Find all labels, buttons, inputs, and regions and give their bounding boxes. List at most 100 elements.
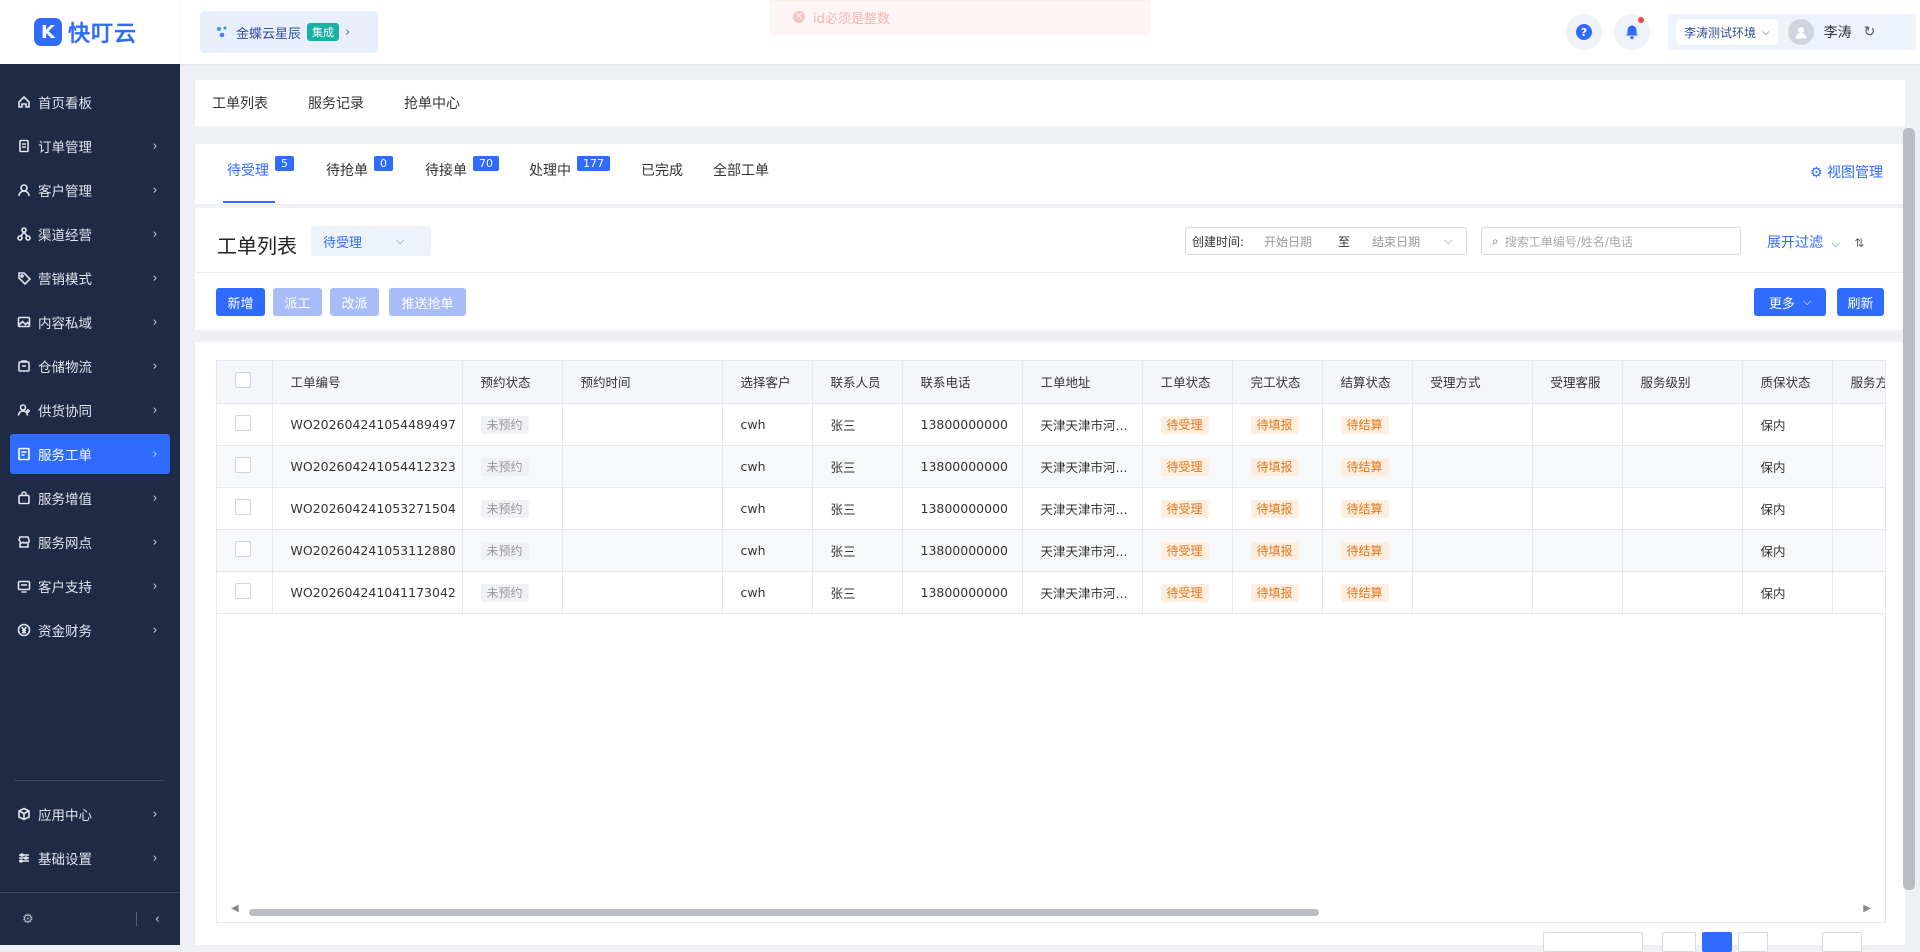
sidebar-item[interactable]: 订单管理 ›	[10, 126, 170, 166]
table-header-cell[interactable]: 服务级别	[1622, 361, 1743, 404]
sidebar-item[interactable]: 服务网点 ›	[10, 522, 170, 562]
home-icon	[17, 95, 31, 109]
table-row[interactable]: WO202604241053112880 未预约 cwh 张三 13800000000 天…	[217, 529, 1885, 572]
table-header-cell[interactable]: 联系电话	[902, 361, 1023, 404]
row-checkbox[interactable]	[235, 498, 251, 515]
page-current-button[interactable]	[1702, 932, 1732, 952]
table-row[interactable]: WO202604241053271504 未预约 cwh 张三 13800000000 天…	[217, 487, 1885, 530]
sidebar-item[interactable]: 渠道经营 ›	[10, 214, 170, 254]
subtab[interactable]: 工单列表	[212, 93, 268, 113]
table-header-cell[interactable]: 工单编号	[272, 361, 463, 404]
table-row[interactable]: WO202604241054412323 未预约 cwh 张三 13800000000 天…	[217, 445, 1885, 488]
horizontal-scrollbar[interactable]: ◀ ▶	[231, 903, 1871, 916]
notification-button[interactable]	[1614, 14, 1650, 50]
avatar[interactable]	[1787, 19, 1814, 45]
sidebar-item[interactable]: 应用中心 ›	[10, 794, 170, 834]
expand-filter-button[interactable]: 展开过滤 ⌵ ⇅	[1767, 232, 1864, 252]
dispatch-button[interactable]: 派工	[273, 288, 322, 316]
horizontal-scroll-thumb[interactable]	[249, 909, 1319, 916]
table-cell-address: 天津天津市河...	[1022, 529, 1143, 572]
table-row[interactable]: WO202604241054489497 未预约 cwh 张三 13800000000 天…	[217, 403, 1885, 446]
sidebar-item[interactable]: 服务增值 ›	[10, 478, 170, 518]
vertical-scrollbar[interactable]	[1903, 128, 1915, 890]
row-checkbox[interactable]	[235, 582, 251, 599]
table-cell-level	[1622, 403, 1743, 446]
refresh-icon[interactable]: ↻	[1864, 24, 1876, 40]
table-header-cell[interactable]: 受理客服	[1532, 361, 1623, 404]
search-input[interactable]: ⌕ 搜索工单编号/姓名/电话	[1481, 227, 1741, 255]
sidebar-item[interactable]: 资金财务 ›	[10, 610, 170, 650]
end-date-input[interactable]: 结束日期	[1360, 233, 1444, 250]
table-cell-address: 天津天津市河...	[1022, 403, 1143, 446]
sidebar-item[interactable]: 首页看板	[10, 82, 170, 122]
scroll-right-icon[interactable]: ▶	[1863, 903, 1871, 914]
refresh-button[interactable]: 刷新	[1837, 288, 1884, 316]
table-cell-settle: 待结算	[1322, 403, 1413, 446]
status-tab[interactable]: 已完成	[641, 160, 683, 180]
table-header-cell[interactable]: 完工状态	[1232, 361, 1323, 404]
scroll-left-icon[interactable]: ◀	[231, 903, 239, 914]
sidebar-item[interactable]: 客户支持 ›	[10, 566, 170, 606]
sidebar-item[interactable]: 营销模式 ›	[10, 258, 170, 298]
row-checkbox[interactable]	[235, 540, 251, 557]
table-header-cell[interactable]: 选择客户	[722, 361, 813, 404]
table-header-cell[interactable]: 工单地址	[1022, 361, 1143, 404]
image-icon	[17, 315, 31, 329]
status-tab[interactable]: 待抢单 0	[326, 156, 393, 180]
sidebar-item[interactable]: 供货协同 ›	[10, 390, 170, 430]
add-button[interactable]: 新增	[216, 288, 265, 316]
environment-select[interactable]: 李涛测试环境 ⌵	[1676, 19, 1778, 45]
row-checkbox[interactable]	[235, 414, 251, 431]
subtab[interactable]: 服务记录	[308, 93, 364, 113]
collapse-sidebar-icon[interactable]: ‹	[155, 912, 160, 927]
row-checkbox[interactable]	[235, 456, 251, 473]
row-select-cell	[217, 403, 273, 446]
status-tab[interactable]: 全部工单	[713, 160, 769, 180]
reassign-button[interactable]: 改派	[330, 288, 379, 316]
sidebar-item[interactable]: 客户管理 ›	[10, 170, 170, 210]
logo[interactable]: K 快叮云	[0, 0, 180, 64]
sidebar-item[interactable]: 基础设置 ›	[10, 838, 170, 878]
more-button[interactable]: 更多 ⌵	[1754, 288, 1826, 316]
sidebar-item[interactable]: 内容私域 ›	[10, 302, 170, 342]
page-jump-input[interactable]	[1822, 932, 1862, 952]
table-cell-customer: cwh	[722, 403, 813, 446]
page-prev-button[interactable]	[1662, 932, 1696, 952]
page-next-button[interactable]	[1738, 932, 1768, 952]
table-cell-settle: 待结算	[1322, 529, 1413, 572]
table-row[interactable]: WO202604241041173042 未预约 cwh 张三 13800000000 天…	[217, 571, 1885, 614]
select-all-checkbox[interactable]	[235, 372, 251, 389]
page-size-select[interactable]	[1543, 932, 1643, 952]
table-header-cell[interactable]: 受理方式	[1412, 361, 1533, 404]
status-tab[interactable]: 待接单 70	[425, 156, 499, 180]
sort-icon[interactable]: ⇅	[1854, 236, 1864, 250]
start-date-input[interactable]: 开始日期	[1264, 233, 1338, 250]
sidebar-item[interactable]: 仓储物流 ›	[10, 346, 170, 386]
help-button[interactable]: ?	[1566, 14, 1602, 50]
table-header-cell[interactable]: 联系人员	[812, 361, 903, 404]
table-header-cell[interactable]: 质保状态	[1742, 361, 1833, 404]
sidebar-item[interactable]: 服务工单 ›	[10, 434, 170, 474]
push-grab-button[interactable]: 推送抢单	[389, 288, 466, 316]
table-cell-provider	[1832, 487, 1885, 530]
chevron-right-icon: ›	[345, 24, 351, 40]
view-select[interactable]: 待受理 ⌵	[311, 226, 431, 256]
chevron-right-icon: ›	[152, 314, 158, 330]
brand-switcher[interactable]: 金蝶云星辰 集成 ›	[200, 11, 378, 53]
table-cell-provider	[1832, 403, 1885, 446]
date-range-picker[interactable]: 创建时间: 开始日期 至 结束日期 ⌵	[1185, 227, 1467, 255]
status-tab[interactable]: 待受理 5	[227, 156, 294, 180]
chevron-down-icon: ⌵	[1762, 26, 1770, 38]
view-manage-link[interactable]: ⚙ 视图管理	[1810, 162, 1883, 182]
table-header-cell[interactable]: 工单状态	[1142, 361, 1233, 404]
settings-gear-icon[interactable]: ⚙	[22, 912, 34, 927]
table-header-cell[interactable]: 预约状态	[462, 361, 563, 404]
table-header-cell[interactable]: 服务方	[1832, 361, 1885, 404]
status-tab[interactable]: 处理中 177	[529, 156, 610, 180]
table-header-cell[interactable]: 结算状态	[1322, 361, 1413, 404]
subtab[interactable]: 抢单中心	[404, 93, 460, 113]
table-cell-provider	[1832, 529, 1885, 572]
table-header-cell[interactable]: 预约时间	[562, 361, 723, 404]
sidebar-item-label: 客户管理	[38, 184, 92, 200]
chevron-right-icon: ›	[152, 182, 158, 198]
